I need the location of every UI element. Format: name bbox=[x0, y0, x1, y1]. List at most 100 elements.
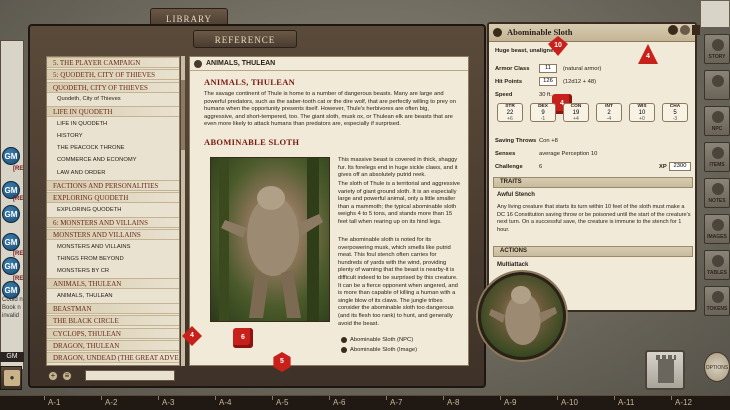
chat-entry: [RE bbox=[13, 166, 24, 172]
hotkey-slot[interactable]: A-4 bbox=[219, 398, 231, 407]
hit-points-field[interactable]: 126 bbox=[539, 77, 557, 86]
toc-category[interactable]: ANIMALS, THULEAN bbox=[47, 278, 179, 290]
ability-wis[interactable]: WIS 10 +0 bbox=[629, 103, 655, 122]
sidebar-button-images[interactable]: IMAGES bbox=[704, 214, 730, 244]
npc-name[interactable]: Abominable Sloth bbox=[507, 27, 572, 37]
toc-entry[interactable]: ANIMALS, THULEAN bbox=[47, 291, 179, 302]
options-button[interactable]: ≡ bbox=[62, 371, 72, 381]
portrait-icon[interactable] bbox=[668, 25, 678, 35]
toc-category[interactable]: DRAGON, THULEAN bbox=[47, 339, 179, 351]
image-link[interactable]: Abominable Sloth (Image) bbox=[341, 347, 417, 353]
sidebar-button-story[interactable]: STORY bbox=[704, 34, 730, 64]
abominable-sloth-image[interactable] bbox=[210, 157, 330, 322]
d6-die[interactable]: 6 bbox=[233, 328, 253, 348]
hotkey-slot[interactable]: A-1 bbox=[48, 398, 60, 407]
toc-entry[interactable]: LIFE IN QUODETH bbox=[47, 119, 179, 130]
ability-cha[interactable]: CHA 5 -3 bbox=[662, 103, 688, 122]
search-input[interactable] bbox=[85, 370, 175, 381]
toc-category[interactable]: QUODETH, CITY OF THIEVES bbox=[47, 81, 179, 93]
toc-category[interactable]: LIFE IN QUODETH bbox=[47, 106, 179, 118]
xp-field[interactable]: 2300 bbox=[669, 162, 691, 171]
link-icon[interactable] bbox=[194, 60, 202, 68]
toc-category[interactable]: 5. THE PLAYER CAMPAIGN bbox=[47, 57, 179, 68]
action-name[interactable]: Multiattack bbox=[497, 262, 528, 268]
toc-category[interactable]: CYCLOPS, THULEAN bbox=[47, 327, 179, 339]
link-icon[interactable] bbox=[493, 28, 502, 37]
sidebar-top-panel[interactable] bbox=[700, 0, 730, 28]
chat-mode-button[interactable]: ● bbox=[0, 366, 22, 390]
chat-tray[interactable]: GM [RE GM [RE GM GM [RE GM [RE GM Could … bbox=[0, 40, 24, 370]
close-icon[interactable] bbox=[692, 25, 700, 35]
challenge-value[interactable]: 6 bbox=[539, 164, 542, 170]
hotkey-divider bbox=[386, 396, 387, 400]
ability-dex[interactable]: DEX 9 -1 bbox=[530, 103, 556, 122]
trait-description: Any living creature that starts its turn… bbox=[497, 204, 691, 233]
npc-type[interactable]: Huge beast, unaligned bbox=[495, 48, 557, 54]
sidebar-button-tokens[interactable]: TOKENS bbox=[704, 286, 730, 316]
saving-throws-value[interactable]: Con +8 bbox=[539, 138, 558, 144]
hotkey-bar: A-1 A-2 A-3 A-4 A-5 A-6 A-7 A-8 A-9 A-10 A-11 A-12 bbox=[0, 395, 730, 410]
hotkey-slot[interactable]: A-9 bbox=[504, 398, 516, 407]
toc-category[interactable]: EXPLORING QUODETH bbox=[47, 192, 179, 204]
gm-badge-icon: GM bbox=[2, 147, 20, 165]
hit-points-label: Hit Points bbox=[495, 79, 523, 85]
hotkey-slot[interactable]: A-3 bbox=[162, 398, 174, 407]
toc-category[interactable]: THE BLACK CIRCLE bbox=[47, 315, 179, 327]
sidebar-button-npc[interactable]: NPC bbox=[704, 106, 730, 136]
hotkey-slot[interactable]: A-11 bbox=[618, 398, 634, 407]
page-header: ANIMALS, THULEAN bbox=[190, 57, 468, 71]
hotkey-divider bbox=[272, 396, 273, 400]
ability-mod: -4 bbox=[606, 116, 612, 122]
hotkey-slot[interactable]: A-10 bbox=[561, 398, 578, 407]
toc-category[interactable]: BEASTMAN bbox=[47, 303, 179, 314]
toc-entry[interactable]: HISTORY bbox=[47, 131, 179, 142]
sidebar-button-blank[interactable] bbox=[704, 70, 730, 100]
toc-scrollbar-thumb[interactable] bbox=[181, 80, 185, 150]
combat-tracker-tower[interactable] bbox=[645, 350, 685, 390]
sidebar-button-tables[interactable]: TABLES bbox=[704, 250, 730, 280]
hotkey-slot[interactable]: A-8 bbox=[447, 398, 459, 407]
armor-note[interactable]: (natural armor) bbox=[563, 66, 601, 72]
toc-entry[interactable]: Quodeth, City of Thieves bbox=[47, 94, 179, 105]
table-of-contents[interactable]: 5. THE PLAYER CAMPAIGN 5: QUODETH, CITY O… bbox=[46, 56, 180, 366]
hit-dice[interactable]: (12d12 + 48) bbox=[563, 79, 596, 85]
toc-entry[interactable]: MONSTERS BY CR bbox=[47, 266, 179, 277]
senses-value[interactable]: average Perception 10 bbox=[539, 151, 597, 157]
ability-con[interactable]: CON 19 +4 bbox=[563, 103, 589, 122]
toc-entry[interactable]: MONSTERS AND VILLAINS bbox=[47, 242, 179, 253]
hotkey-slot[interactable]: A-5 bbox=[276, 398, 288, 407]
gm-badge-icon: GM bbox=[2, 233, 20, 251]
npc-link[interactable]: Abominable Sloth (NPC) bbox=[341, 337, 413, 343]
toc-category[interactable]: FACTIONS AND PERSONALITIES bbox=[47, 180, 179, 191]
toc-entry[interactable]: EXPLORING QUODETH bbox=[47, 205, 179, 216]
sidebar-button-notes[interactable]: NOTES bbox=[704, 178, 730, 208]
options-round-button[interactable]: OPTIONS bbox=[704, 352, 730, 382]
sloth-token[interactable] bbox=[478, 272, 566, 360]
armor-class-field[interactable]: 11 bbox=[539, 64, 557, 73]
hotkey-slot[interactable]: A-6 bbox=[333, 398, 345, 407]
hotkey-slot[interactable]: A-12 bbox=[675, 398, 692, 407]
sidebar-icon bbox=[712, 291, 724, 303]
sidebar-icon bbox=[712, 111, 724, 123]
subsection-heading: ABOMINABLE SLOTH bbox=[204, 137, 300, 147]
toc-category[interactable]: 5: QUODETH, CITY OF THIEVES bbox=[47, 69, 179, 81]
toc-entry[interactable]: THINGS FROM BEYOND bbox=[47, 254, 179, 265]
traits-header: TRAITS bbox=[493, 177, 693, 188]
reference-window-title: REFERENCE bbox=[193, 30, 297, 48]
hotkey-slot[interactable]: A-7 bbox=[390, 398, 402, 407]
sidebar-button-items[interactable]: ITEMS bbox=[704, 142, 730, 172]
toc-entry[interactable]: THE PEACOCK THRONE bbox=[47, 143, 179, 154]
speed-value[interactable]: 30 ft. bbox=[539, 92, 552, 98]
hotkey-slot[interactable]: A-2 bbox=[105, 398, 117, 407]
toc-entry[interactable]: LAW AND ORDER bbox=[47, 168, 179, 179]
ability-str[interactable]: STR 22 +6 bbox=[497, 103, 523, 122]
toc-entry[interactable]: COMMERCE AND ECONOMY bbox=[47, 155, 179, 166]
ability-int[interactable]: INT 2 -4 bbox=[596, 103, 622, 122]
toc-category[interactable]: DRAGON, UNDEAD (THE GREAT ADVERSARY) bbox=[47, 352, 179, 364]
sidebar-icon bbox=[712, 39, 724, 51]
add-button[interactable]: + bbox=[48, 371, 58, 381]
trait-name[interactable]: Awful Stench bbox=[497, 192, 535, 198]
toc-category[interactable]: 6: MONSTERS AND VILLAINS bbox=[47, 216, 179, 228]
toc-category[interactable]: MONSTERS AND VILLAINS bbox=[47, 229, 179, 241]
lock-icon[interactable] bbox=[680, 25, 690, 35]
